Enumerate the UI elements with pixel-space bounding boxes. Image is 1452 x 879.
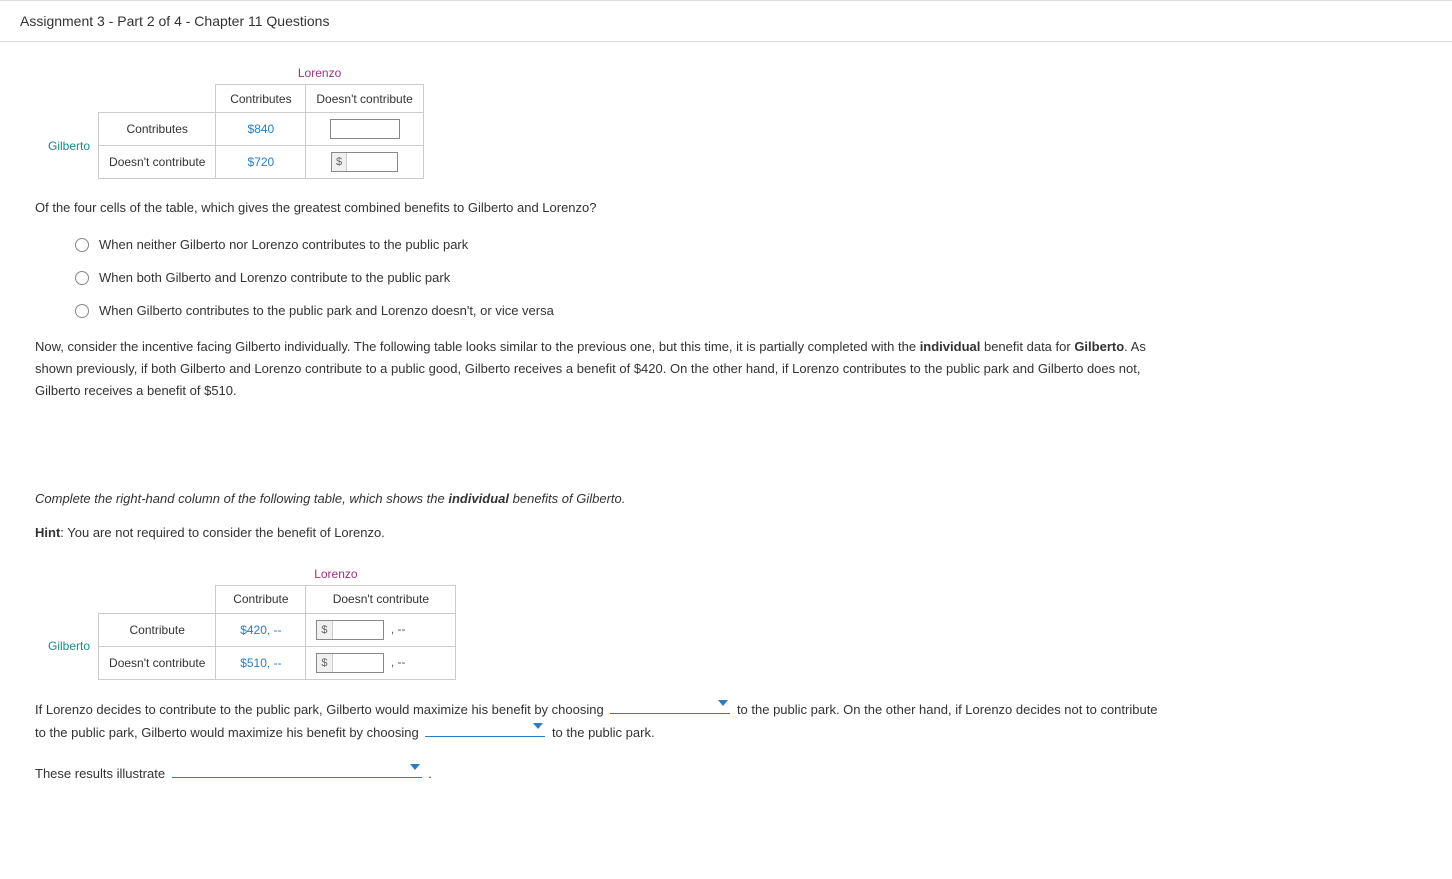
row-player-label: Gilberto xyxy=(40,113,99,179)
cell-input: $ , -- xyxy=(306,646,456,679)
dollar-sign-icon: $ xyxy=(332,153,347,171)
options-group: When neither Gilberto nor Lorenzo contri… xyxy=(75,237,1165,318)
radio-icon xyxy=(75,271,89,285)
cell-value: $720 xyxy=(216,146,306,179)
cell-suffix: , -- xyxy=(391,655,406,669)
row-header: Contributes xyxy=(99,113,216,146)
dollar-input-wrap: $ xyxy=(316,653,383,673)
col-header: Contributes xyxy=(216,85,306,113)
col-player-label: Lorenzo xyxy=(216,62,423,85)
cell-input: $ xyxy=(306,146,423,179)
choice-dropdown-2[interactable] xyxy=(425,721,545,737)
option-item[interactable]: When neither Gilberto nor Lorenzo contri… xyxy=(75,237,1165,252)
payoff-input-r2c2[interactable] xyxy=(333,654,383,672)
radio-icon xyxy=(75,238,89,252)
option-item[interactable]: When both Gilberto and Lorenzo contribut… xyxy=(75,270,1165,285)
dollar-input-wrap: $ xyxy=(316,620,383,640)
chevron-down-icon xyxy=(410,764,420,770)
choice-dropdown-1[interactable] xyxy=(610,698,730,714)
payoff-input-r2c2[interactable] xyxy=(347,153,397,171)
chevron-down-icon xyxy=(533,723,543,729)
cell-input xyxy=(306,113,423,146)
explanation-paragraph: Now, consider the incentive facing Gilbe… xyxy=(35,336,1165,402)
fill-paragraph-2: These results illustrate . xyxy=(35,762,1165,785)
option-label: When neither Gilberto nor Lorenzo contri… xyxy=(99,237,468,252)
instruction-text: Complete the right-hand column of the fo… xyxy=(35,488,1165,510)
choice-dropdown-3[interactable] xyxy=(172,762,422,778)
cell-suffix: , -- xyxy=(391,622,406,636)
payoff-input-r1c2[interactable] xyxy=(330,119,400,139)
col-header: Contribute xyxy=(216,585,306,613)
option-label: When both Gilberto and Lorenzo contribut… xyxy=(99,270,450,285)
chevron-down-icon xyxy=(718,700,728,706)
cell-value: $510, -- xyxy=(216,646,306,679)
main-content: Lorenzo Contributes Doesn't contribute G… xyxy=(0,42,1200,823)
option-label: When Gilberto contributes to the public … xyxy=(99,303,554,318)
cell-input: $ , -- xyxy=(306,613,456,646)
dollar-sign-icon: $ xyxy=(317,621,332,639)
col-player-label: Lorenzo xyxy=(216,563,456,586)
row-header: Doesn't contribute xyxy=(99,146,216,179)
radio-icon xyxy=(75,304,89,318)
payoff-table-2: Lorenzo Contribute Doesn't contribute Gi… xyxy=(40,563,456,680)
dollar-sign-icon: $ xyxy=(317,654,332,672)
payoff-input-r1c2[interactable] xyxy=(333,621,383,639)
question-prompt: Of the four cells of the table, which gi… xyxy=(35,197,1165,219)
payoff-table-1: Lorenzo Contributes Doesn't contribute G… xyxy=(40,62,424,179)
col-header: Doesn't contribute xyxy=(306,85,423,113)
page-title: Assignment 3 - Part 2 of 4 - Chapter 11 … xyxy=(20,13,329,29)
row-header: Contribute xyxy=(99,613,216,646)
fill-paragraph: If Lorenzo decides to contribute to the … xyxy=(35,698,1165,744)
option-item[interactable]: When Gilberto contributes to the public … xyxy=(75,303,1165,318)
cell-value: $420, -- xyxy=(216,613,306,646)
col-header: Doesn't contribute xyxy=(306,585,456,613)
cell-value: $840 xyxy=(216,113,306,146)
dollar-input-wrap: $ xyxy=(331,152,398,172)
row-player-label: Gilberto xyxy=(40,613,99,679)
row-header: Doesn't contribute xyxy=(99,646,216,679)
hint-text: Hint: You are not required to consider t… xyxy=(35,522,1165,544)
page-header: Assignment 3 - Part 2 of 4 - Chapter 11 … xyxy=(0,0,1452,42)
